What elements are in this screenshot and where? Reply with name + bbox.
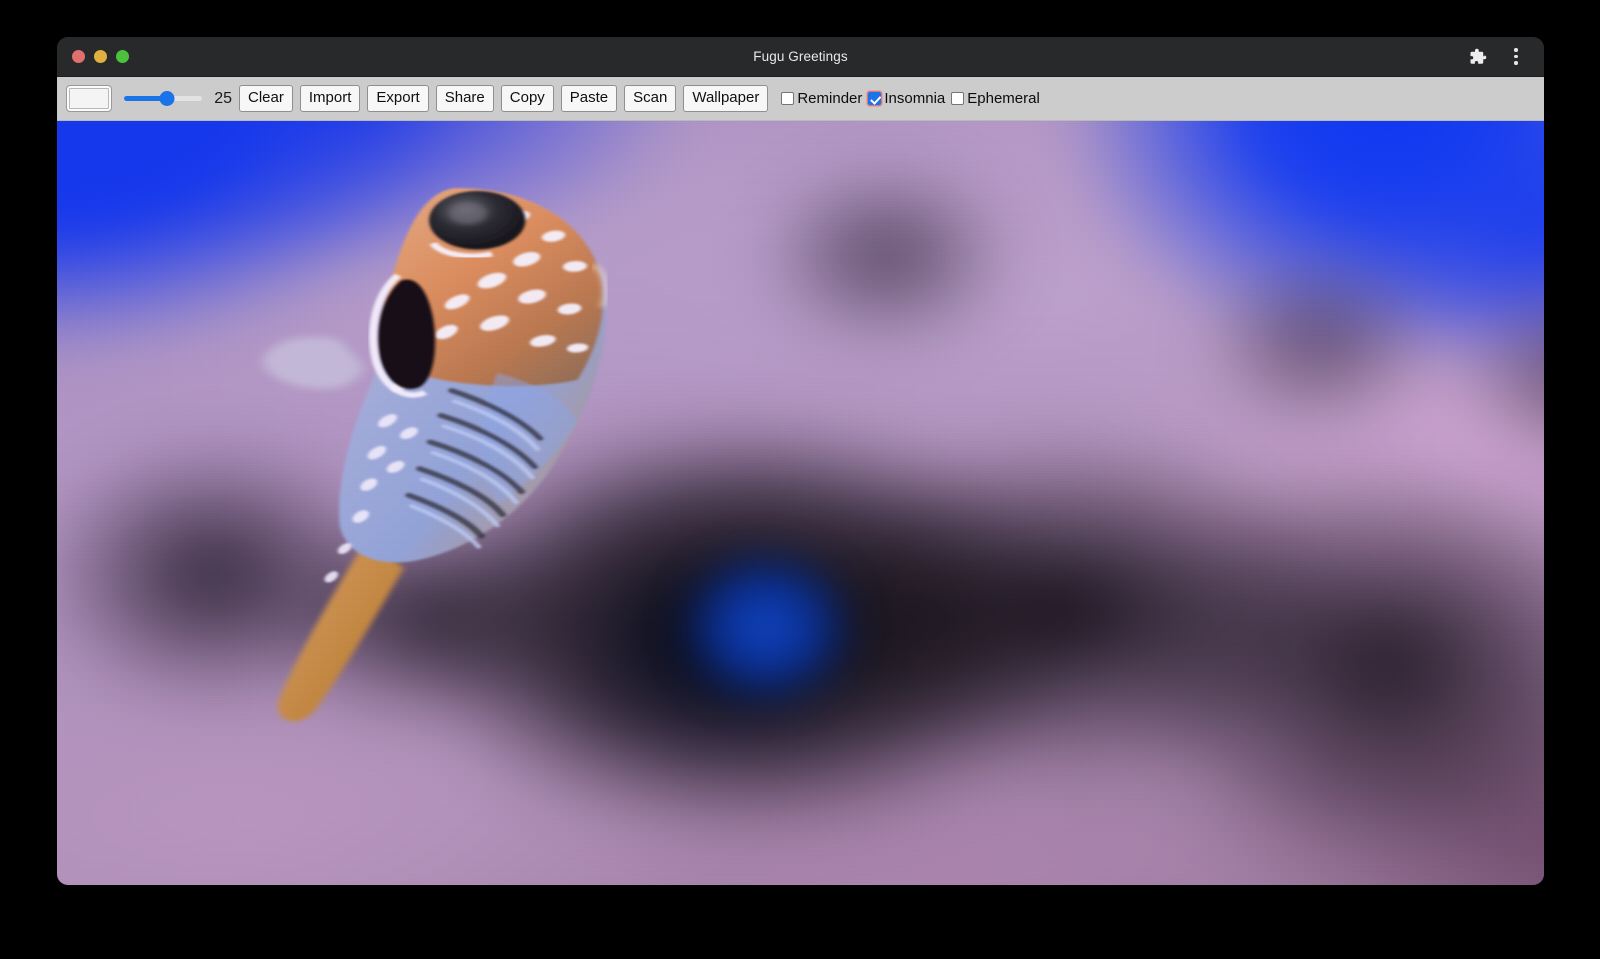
pufferfish-subject: [243, 167, 644, 717]
slider-value-label: 25: [212, 90, 232, 108]
share-button[interactable]: Share: [436, 85, 494, 112]
toolbar: 25 Clear Import Export Share Copy Paste …: [57, 77, 1544, 121]
scan-button[interactable]: Scan: [624, 85, 676, 112]
window-controls: [57, 50, 129, 63]
checkbox-reminder-box[interactable]: [781, 92, 794, 105]
checkbox-ephemeral-label: Ephemeral: [967, 90, 1040, 107]
checkbox-reminder-label: Reminder: [797, 90, 862, 107]
minimize-button[interactable]: [94, 50, 107, 63]
color-picker[interactable]: [67, 86, 111, 111]
import-button[interactable]: Import: [300, 85, 361, 112]
title-bar: Fugu Greetings: [57, 37, 1544, 77]
line-width-slider[interactable]: [124, 90, 202, 108]
drawing-canvas[interactable]: [57, 121, 1544, 885]
checkbox-ephemeral-box[interactable]: [951, 92, 964, 105]
screen: Fugu Greetings 25 Clear: [0, 0, 1600, 959]
extensions-icon[interactable]: [1468, 47, 1488, 67]
copy-button[interactable]: Copy: [501, 85, 554, 112]
maximize-button[interactable]: [116, 50, 129, 63]
window-title: Fugu Greetings: [57, 49, 1544, 64]
checkbox-insomnia-box[interactable]: [868, 92, 881, 105]
title-bar-actions: [1468, 47, 1544, 67]
export-button[interactable]: Export: [367, 85, 428, 112]
close-button[interactable]: [72, 50, 85, 63]
wallpaper-button[interactable]: Wallpaper: [683, 85, 768, 112]
clear-button[interactable]: Clear: [239, 85, 293, 112]
more-menu-icon[interactable]: [1506, 47, 1526, 67]
checkbox-ephemeral[interactable]: Ephemeral: [951, 90, 1040, 107]
slider-thumb[interactable]: [159, 91, 174, 106]
checkbox-reminder[interactable]: Reminder: [781, 90, 862, 107]
app-window: Fugu Greetings 25 Clear: [57, 37, 1544, 885]
checkbox-insomnia[interactable]: Insomnia: [868, 90, 945, 107]
checkbox-insomnia-label: Insomnia: [884, 90, 945, 107]
option-checkboxes: Reminder Insomnia Ephemeral: [781, 90, 1045, 107]
paste-button[interactable]: Paste: [561, 85, 617, 112]
